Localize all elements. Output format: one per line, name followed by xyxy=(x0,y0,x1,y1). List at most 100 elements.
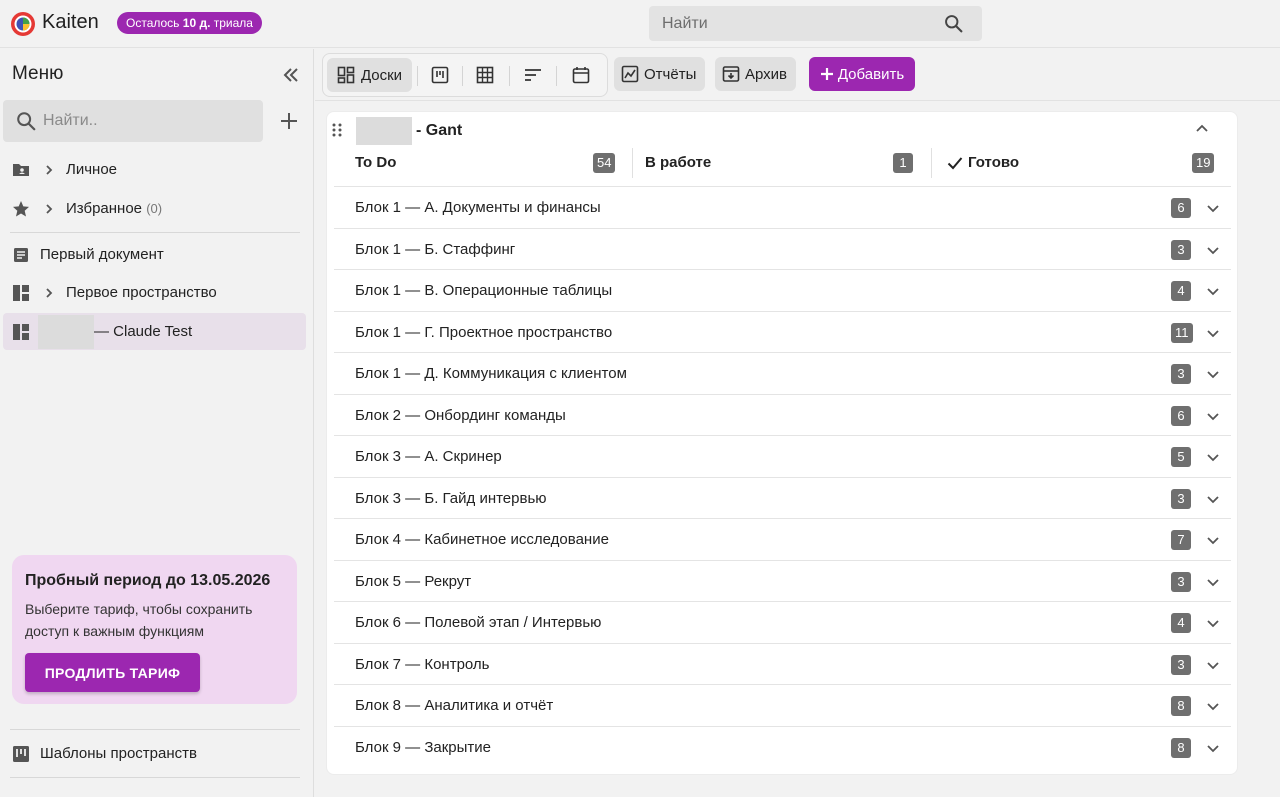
view-calendar-button[interactable] xyxy=(564,58,598,92)
lane-row[interactable]: Блок 1 — Б. Стаффинг 3 xyxy=(334,227,1231,270)
timeline-icon xyxy=(525,69,541,81)
lane-row[interactable]: Блок 1 — А. Документы и финансы 6 xyxy=(334,186,1231,228)
column-header[interactable]: Готово 19 xyxy=(947,148,1219,178)
add-button[interactable]: Добавить xyxy=(809,57,915,91)
sidebar-item-first-document[interactable]: Первый документ xyxy=(3,236,306,273)
lane-row[interactable]: Блок 3 — Б. Гайд интервью 3 xyxy=(334,476,1231,519)
view-separator xyxy=(462,66,463,86)
lane-row[interactable]: Блок 1 — Г. Проектное пространство 11 xyxy=(334,310,1231,353)
column-header[interactable]: To Do 54 xyxy=(355,148,620,178)
chevron-down-icon[interactable] xyxy=(1206,533,1220,547)
lane-list: Блок 1 — А. Документы и финансы 6 Блок 1 … xyxy=(334,186,1231,767)
extend-plan-button[interactable]: ПРОДЛИТЬ ТАРИФ xyxy=(25,653,200,692)
kaiten-logo-icon[interactable] xyxy=(10,11,36,37)
lane-label: Блок 7 — Контроль xyxy=(355,655,490,673)
lane-label: Блок 5 — Рекрут xyxy=(355,572,472,590)
count-badge: 3 xyxy=(1171,571,1191,592)
sidebar-item-favorites[interactable]: Избранное (0) xyxy=(3,190,306,227)
view-timeline-button[interactable] xyxy=(516,58,550,92)
chevron-up-icon[interactable] xyxy=(1195,122,1209,136)
view-separator xyxy=(509,66,510,86)
chevron-right-icon[interactable] xyxy=(42,286,56,300)
lane-row[interactable]: Блок 4 — Кабинетное исследование 7 xyxy=(334,518,1231,560)
lane-row[interactable]: Блок 3 — А. Скринер 5 xyxy=(334,435,1231,477)
reports-button[interactable]: Отчёты xyxy=(614,57,706,91)
chevron-down-icon[interactable] xyxy=(1206,284,1220,298)
chevron-down-icon[interactable] xyxy=(1206,575,1220,589)
claude-test-label: — Claude Test xyxy=(94,323,193,340)
menu-title: Меню xyxy=(12,63,64,84)
sidebar-item-label: Личное xyxy=(66,161,118,178)
chevron-down-icon[interactable] xyxy=(1206,492,1220,506)
collapse-sidebar-icon[interactable] xyxy=(280,65,302,85)
count-badge: 3 xyxy=(1171,364,1191,384)
chevron-down-icon[interactable] xyxy=(1206,616,1220,630)
lane-row[interactable]: Блок 6 — Полевой этап / Интервью 4 xyxy=(334,601,1231,643)
lane-row[interactable]: Блок 5 — Рекрут 3 xyxy=(334,559,1231,602)
sidebar-divider xyxy=(10,777,300,778)
lane-label: Блок 1 — В. Операционные таблицы xyxy=(355,282,613,299)
sidebar-item-label: Первый документ xyxy=(40,246,164,263)
chevron-down-icon[interactable] xyxy=(1206,201,1220,215)
column-header[interactable]: В работе 1 xyxy=(645,148,920,178)
add-icon[interactable] xyxy=(279,111,299,131)
search-icon[interactable] xyxy=(943,13,964,34)
sidebar-item-claude-test[interactable]: — Claude Test xyxy=(3,313,306,350)
sidebar-item-first-space[interactable]: Первое пространство xyxy=(3,274,306,311)
trial-promo-card: Пробный период до 13.05.2026 Выберите та… xyxy=(12,555,297,704)
trial-badge-prefix: Осталось xyxy=(126,16,183,30)
promo-text: Выберите тариф, чтобы сохранить доступ к… xyxy=(25,601,253,639)
lane-label: Блок 3 — А. Скринер xyxy=(355,448,502,465)
check-icon xyxy=(947,157,963,170)
archive-icon xyxy=(722,66,740,82)
lane-row[interactable]: Блок 2 — Онбординг команды 6 xyxy=(334,393,1231,436)
top-bar: Kaiten Осталось 10 д. триала xyxy=(0,0,1280,48)
brand-name: Kaiten xyxy=(42,11,99,33)
lane-label: Блок 3 — Б. Гайд интервью xyxy=(355,489,547,507)
chevron-right-icon[interactable] xyxy=(42,163,56,177)
lane-row[interactable]: Блок 7 — Контроль 3 xyxy=(334,642,1231,685)
lane-row[interactable]: Блок 8 — Аналитика и отчёт 8 xyxy=(334,684,1231,726)
chevron-down-icon[interactable] xyxy=(1206,367,1220,381)
sidebar: Меню Личное Избранное (0) Первый докумен… xyxy=(0,49,314,797)
toolbar: Доски Отчёты Архив Добавить xyxy=(315,49,1280,101)
global-search xyxy=(649,6,982,41)
chevron-down-icon[interactable] xyxy=(1206,658,1220,672)
board-card: - Gant To Do 54 В работе 1 Готово 19 Бло… xyxy=(326,111,1238,775)
view-kanban-button[interactable] xyxy=(423,58,457,92)
drag-handle-icon[interactable] xyxy=(332,123,342,137)
sidebar-item-templates[interactable]: Шаблоны пространств xyxy=(3,735,306,772)
view-table-button[interactable] xyxy=(468,58,502,92)
count-badge: 1 xyxy=(893,153,913,173)
chevron-down-icon[interactable] xyxy=(1206,450,1220,464)
add-label: Добавить xyxy=(837,65,905,83)
board-header[interactable]: - Gant xyxy=(356,117,462,145)
sidebar-item-label: Первое пространство xyxy=(66,284,217,301)
redacted-block xyxy=(38,314,94,349)
count-badge: 4 xyxy=(1171,613,1191,633)
chevron-right-icon[interactable] xyxy=(42,202,56,216)
lane-label: Блок 2 — Онбординг команды xyxy=(355,406,566,424)
chevron-down-icon[interactable] xyxy=(1206,741,1220,755)
plus-icon xyxy=(820,68,833,80)
chevron-down-icon[interactable] xyxy=(1206,243,1220,257)
count-badge: 6 xyxy=(1171,405,1191,426)
lane-label: Блок 1 — Г. Проектное пространство xyxy=(355,323,613,341)
lane-label: Блок 1 — Д. Коммуникация с клиентом xyxy=(355,365,627,382)
sidebar-item-personal[interactable]: Личное xyxy=(3,151,306,188)
lane-row[interactable]: Блок 1 — Д. Коммуникация с клиентом 3 xyxy=(334,352,1231,394)
count-badge: 3 xyxy=(1171,239,1191,260)
trial-badge[interactable]: Осталось 10 д. триала xyxy=(117,12,262,34)
global-search-input[interactable] xyxy=(649,6,939,41)
view-boards-button[interactable]: Доски xyxy=(327,58,412,92)
chevron-down-icon[interactable] xyxy=(1206,699,1220,713)
chevron-down-icon[interactable] xyxy=(1206,326,1220,340)
lane-row[interactable]: Блок 1 — В. Операционные таблицы 4 xyxy=(334,269,1231,311)
archive-label: Архив xyxy=(745,65,788,83)
view-switcher: Доски xyxy=(322,53,608,97)
sidebar-search-input[interactable] xyxy=(43,100,253,142)
archive-button[interactable]: Архив xyxy=(715,57,797,91)
chevron-down-icon[interactable] xyxy=(1206,409,1220,423)
lane-label: Блок 1 — А. Документы и финансы xyxy=(355,199,601,216)
lane-row[interactable]: Блок 9 — Закрытие 8 xyxy=(334,725,1231,768)
